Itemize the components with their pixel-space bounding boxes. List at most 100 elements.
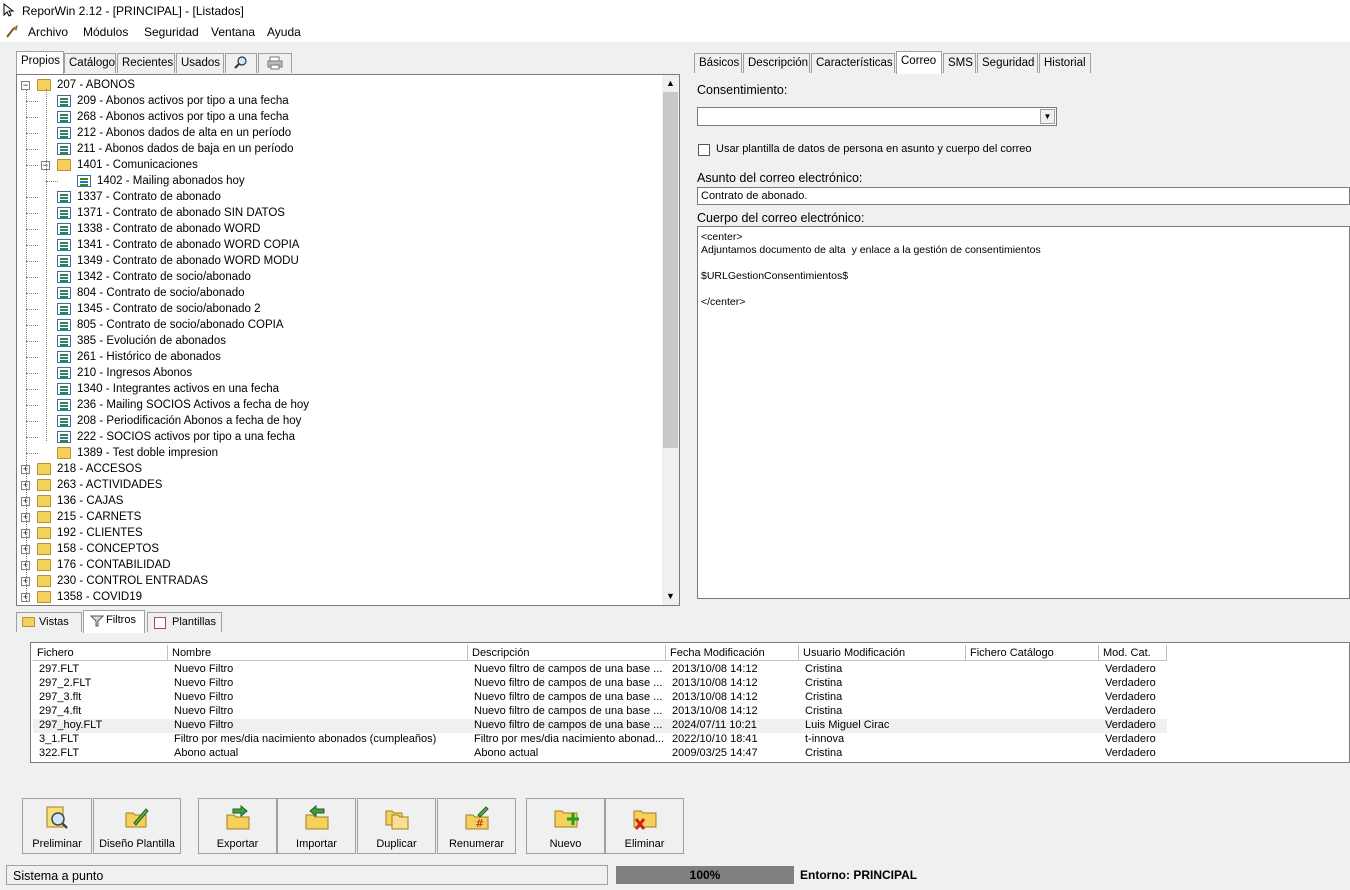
tab-catalogo[interactable]: Catálogo — [64, 53, 116, 73]
filters-grid[interactable]: Fichero Nombre Descripción Fecha Modificaci… — [30, 642, 1350, 763]
tab-recientes[interactable]: Recientes — [117, 53, 175, 73]
grid-row[interactable]: 297_2.FLT Nuevo Filtro Nuevo filtro de cam… — [33, 677, 1167, 691]
nuevo-button[interactable]: Nuevo — [526, 798, 605, 854]
grid-column-header[interactable]: Fichero — [33, 645, 168, 661]
renumerar-button[interactable]: # Renumerar — [437, 798, 516, 854]
report-tree[interactable]: 207 - ABONOS −209 - Abonos activos por ti… — [16, 74, 680, 606]
folder-icon — [37, 79, 51, 91]
toolbar-button-label: Exportar — [216, 838, 259, 850]
grid-column-header[interactable]: Fichero Catálogo — [966, 645, 1099, 661]
folder-icon — [37, 559, 51, 571]
app-menu-icon[interactable] — [4, 24, 20, 40]
tab-filtros[interactable]: Filtros — [83, 610, 145, 633]
consent-select[interactable]: ▼ — [697, 107, 1057, 126]
grid-row[interactable]: 322.FLT Abono actual Abono actual 2009/03/2… — [33, 747, 1167, 761]
menu-ayuda[interactable]: Ayuda — [267, 25, 301, 39]
scroll-down-arrow[interactable]: ▼ — [662, 588, 679, 605]
tree-connector — [26, 277, 38, 278]
preview-icon — [44, 805, 70, 831]
tree-scrollbar[interactable]: ▲ ▼ — [662, 75, 679, 605]
importar-button[interactable]: Importar — [277, 798, 356, 854]
menu-ventana[interactable]: Ventana — [211, 25, 255, 39]
body-textarea[interactable]: <center> Adjuntamos documento de alta y … — [697, 226, 1350, 599]
tree-label: 136 - CAJAS — [57, 495, 124, 507]
preliminar-button[interactable]: Preliminar — [22, 798, 92, 854]
tab-basicos[interactable]: Básicos — [694, 53, 742, 73]
tree-label: 1340 - Integrantes activos en una fecha — [77, 383, 280, 395]
grid-cell: Nuevo filtro de campos de una base ... — [474, 663, 663, 675]
grid-row[interactable]: 297_hoy.FLT Nuevo Filtro Nuevo filtro de c… — [33, 719, 1167, 733]
tab-usados[interactable]: Usados — [176, 53, 224, 73]
tab-plantillas[interactable]: Plantillas — [147, 612, 222, 632]
tree-connector — [26, 325, 38, 326]
window-title: ReporWin 2.12 - [PRINCIPAL] - [Listados] — [22, 4, 244, 18]
chevron-down-icon[interactable]: ▼ — [1040, 109, 1055, 124]
diseño-plantilla-button[interactable]: Diseño Plantilla — [93, 798, 181, 854]
delete-icon — [632, 805, 658, 831]
tab-seguridad[interactable]: Seguridad — [977, 53, 1038, 73]
grid-row[interactable]: 3_1.FLT Filtro por mes/dia nacimiento abo… — [33, 733, 1167, 747]
grid-cell: 297.FLT — [39, 663, 80, 675]
grid-cell: Verdadero — [1105, 677, 1156, 689]
tab-correo[interactable]: Correo — [896, 51, 942, 74]
tab-historial[interactable]: Historial — [1039, 53, 1091, 73]
tab-caracteristicas[interactable]: Características — [811, 53, 895, 73]
tab-descripcion[interactable]: Descripción — [743, 53, 810, 73]
tab-propios[interactable]: Propios — [16, 51, 64, 74]
grid-cell: Filtro por mes/dia nacimiento abonad... — [474, 733, 665, 745]
grid-column-header[interactable]: Mod. Cat. — [1099, 645, 1167, 661]
tree-connector — [26, 101, 38, 102]
tree-connector — [26, 245, 38, 246]
tab-plantillas-label: Plantillas — [172, 616, 217, 628]
report-icon — [77, 175, 91, 187]
grid-cell: Nuevo filtro de campos de una base ... — [474, 705, 663, 717]
status-bar: Sistema a punto 100% Entorno: PRINCIPAL — [0, 862, 1350, 890]
scroll-up-arrow[interactable]: ▲ — [662, 75, 679, 92]
tab-sms[interactable]: SMS — [943, 53, 976, 73]
menu-modulos[interactable]: Módulos — [83, 25, 128, 39]
grid-row[interactable]: 297_3.flt Nuevo Filtro Nuevo filtro de cam… — [33, 691, 1167, 705]
tree-connector — [26, 421, 38, 422]
tree-label: 261 - Histórico de abonados — [77, 351, 221, 363]
tree-label: 158 - CONCEPTOS — [57, 543, 160, 555]
grid-cell: Cristina — [805, 677, 843, 689]
grid-column-header[interactable]: Nombre — [168, 645, 468, 661]
tree-connector — [26, 149, 38, 150]
tab-print[interactable] — [258, 53, 292, 73]
tree-label: 212 - Abonos dados de alta en un período — [77, 127, 292, 139]
grid-cell: Luis Miguel Cirac — [805, 719, 890, 731]
report-icon — [57, 335, 71, 347]
grid-cell: 297_2.FLT — [39, 677, 92, 689]
grid-column-header[interactable]: Usuario Modificación — [799, 645, 966, 661]
grid-column-header[interactable]: Descripción — [468, 645, 666, 661]
grid-cell: 297_4.flt — [39, 705, 82, 717]
grid-cell: 2013/10/08 14:12 — [672, 691, 758, 703]
grid-cell: Nuevo Filtro — [174, 663, 234, 675]
scroll-thumb[interactable] — [663, 92, 678, 448]
grid-row[interactable]: 297.FLT Nuevo Filtro Nuevo filtro de campo… — [33, 663, 1167, 677]
tree-label: 222 - SOCIOS activos por tipo a una fech… — [77, 431, 295, 443]
tree-label: 1401 - Comunicaciones — [77, 159, 198, 171]
duplicar-button[interactable]: Duplicar — [357, 798, 436, 854]
grid-cell: Cristina — [805, 747, 843, 759]
grid-column-header[interactable]: Fecha Modificación — [666, 645, 799, 661]
report-icon — [57, 223, 71, 235]
use-template-label: Usar plantilla de datos de persona en as… — [716, 143, 1032, 155]
use-template-checkbox[interactable] — [698, 144, 710, 156]
grid-cell: Nuevo Filtro — [174, 719, 234, 731]
tree-label: 1342 - Contrato de socio/abonado — [77, 271, 251, 283]
menu-seguridad[interactable]: Seguridad — [144, 25, 199, 39]
toolbar-button-label: Preliminar — [32, 838, 82, 850]
tab-search[interactable] — [225, 53, 257, 73]
grid-row[interactable]: 297_4.flt Nuevo Filtro Nuevo filtro de cam… — [33, 705, 1167, 719]
tab-vistas[interactable]: Vistas — [16, 612, 82, 632]
tree-label: 1389 - Test doble impresion — [77, 447, 219, 459]
exportar-button[interactable]: Exportar — [198, 798, 277, 854]
eliminar-button[interactable]: Eliminar — [605, 798, 684, 854]
menu-archivo[interactable]: Archivo — [28, 25, 68, 39]
report-icon — [57, 431, 71, 443]
grid-cell: t-innova — [805, 733, 845, 745]
grid-cell: Verdadero — [1105, 747, 1156, 759]
subject-input[interactable]: Contrato de abonado. — [697, 187, 1350, 205]
tree-label: 1337 - Contrato de abonado — [77, 191, 221, 203]
